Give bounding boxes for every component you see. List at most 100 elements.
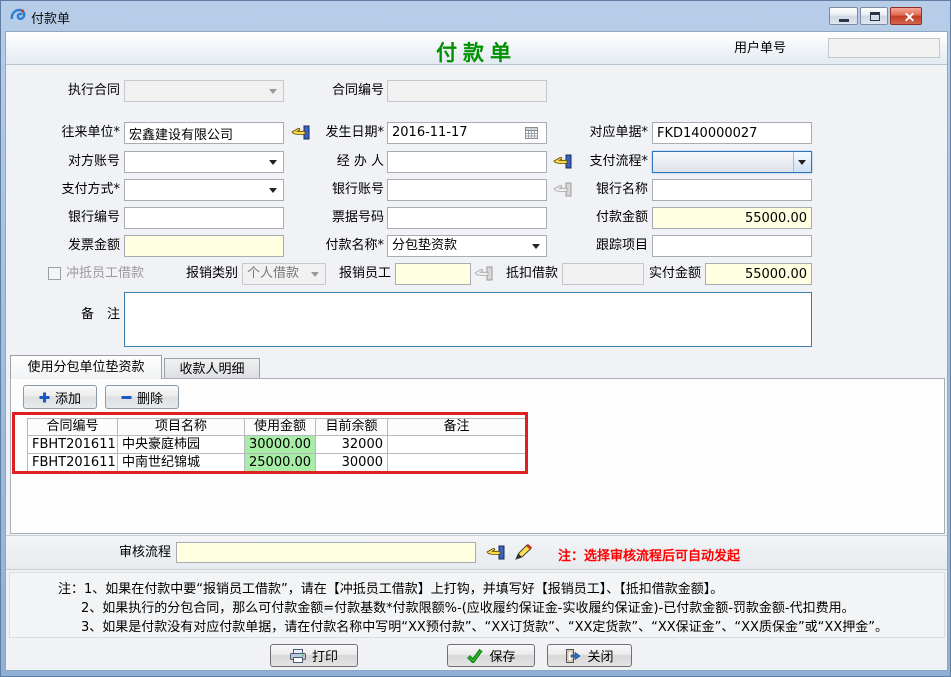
chevron-down-icon [269, 188, 277, 193]
remark-textarea[interactable] [124, 292, 812, 347]
opposite-account-combo[interactable] [124, 151, 284, 173]
review-flow-field[interactable] [176, 542, 476, 563]
handler-label: 经 办 人 [310, 151, 384, 173]
bill-no-label: 票据号码 [310, 207, 384, 229]
bank-account-label: 银行账号 [310, 179, 384, 201]
notes-box: 注：1、如果在付款中要“报销员工借款”，请在【冲抵员工借款】上打钩，并填写好【报… [9, 572, 945, 638]
bill-no-field[interactable] [387, 207, 547, 229]
maximize-button[interactable] [860, 7, 888, 25]
deduct-loan-label: 抵扣借款 [502, 263, 558, 285]
exec-contract-label: 执行合同 [46, 80, 120, 102]
tab-panel: 添加 删除 合同编号 项目名称 使用金额 目前余额 备注 FBHT2016111 [10, 378, 945, 534]
contract-no-label: 合同编号 [310, 80, 384, 102]
bank-name-field[interactable] [652, 179, 812, 201]
pay-amount-field[interactable] [652, 207, 812, 229]
review-flow-note: 注：选择审核流程后可自动发起 [558, 545, 740, 564]
maximize-icon [870, 12, 880, 21]
tab-payee-detail[interactable]: 收款人明细 [164, 358, 260, 379]
edit-pencil-icon[interactable] [514, 543, 534, 561]
reimburse-employee-field[interactable] [395, 263, 471, 285]
chevron-down-icon [311, 272, 319, 277]
related-doc-label: 对应单据* [566, 122, 648, 144]
handler-field[interactable] [387, 151, 547, 173]
user-no-label: 用户单号 [728, 38, 786, 60]
invoice-amount-field[interactable] [124, 235, 284, 257]
add-button[interactable]: 添加 [23, 385, 97, 409]
client-area: 付款单 用户单号 执行合同 合同编号 往来单位* 发生日期* 2016-11-1… [5, 31, 948, 671]
exec-contract-combo[interactable] [124, 80, 284, 102]
col-remark[interactable]: 备注 [388, 419, 526, 436]
print-button[interactable]: 打印 [270, 644, 358, 667]
related-doc-field[interactable] [652, 122, 812, 144]
pay-amount-label: 付款金额 [566, 207, 648, 229]
user-no-field[interactable] [828, 38, 940, 58]
invoice-amount-label: 发票金额 [38, 235, 120, 257]
table-row[interactable]: FBHT2016111602 中央豪庭柿园 30000.00 32000 [28, 436, 526, 454]
plus-icon [39, 392, 50, 403]
reimburse-employee-picker-icon [474, 265, 494, 283]
opposite-account-label: 对方账号 [38, 151, 120, 173]
form-header: 付款单 用户单号 [6, 32, 947, 65]
note-line-2: 2、如果执行的分包合同，那么可付款金额=付款基数*付款限额%-(应收履约保证金-… [81, 597, 855, 616]
pay-method-label: 支付方式* [38, 179, 120, 201]
tab-subcontract-advance[interactable]: 使用分包单位垫资款 [10, 355, 162, 379]
pay-flow-label: 支付流程* [566, 151, 648, 173]
col-project-name[interactable]: 项目名称 [118, 419, 245, 436]
close-button[interactable] [890, 7, 922, 25]
occur-date-label: 发生日期* [310, 122, 384, 144]
advance-table: 合同编号 项目名称 使用金额 目前余额 备注 FBHT2016111602 中央… [27, 418, 526, 472]
counterparty-picker-icon[interactable] [291, 124, 311, 142]
pay-flow-combo[interactable] [652, 151, 812, 173]
reimburse-type-combo[interactable]: 个人借款 [242, 263, 326, 285]
pay-method-combo[interactable] [124, 179, 284, 201]
save-button[interactable]: 保存 [447, 644, 535, 667]
bank-no-label: 银行编号 [38, 207, 120, 229]
table-row[interactable]: FBHT2016111601 中南世纪锦城 25000.00 30000 [28, 454, 526, 472]
close-form-button[interactable]: 关闭 [547, 644, 632, 667]
date-picker-button[interactable] [519, 124, 545, 142]
chevron-down-icon [532, 244, 540, 249]
counterparty-label: 往来单位* [38, 122, 120, 144]
bank-account-field[interactable] [387, 179, 547, 201]
review-flow-strip: 审核流程 注：选择审核流程后可自动发起 [6, 535, 947, 570]
review-flow-picker-icon[interactable] [486, 544, 506, 562]
chevron-down-icon [269, 89, 277, 94]
payment-window: 付款单 付款单 用户单号 执行合同 合同编号 往来单位* [0, 0, 951, 677]
col-used-amount[interactable]: 使用金额 [245, 419, 316, 436]
track-project-field[interactable] [652, 235, 812, 257]
contract-no-field[interactable] [387, 80, 547, 102]
pay-name-combo[interactable]: 分包垫资款 [387, 235, 547, 257]
track-project-label: 跟踪项目 [566, 235, 648, 257]
save-check-icon [466, 648, 483, 663]
remove-button[interactable]: 删除 [105, 385, 179, 409]
calendar-icon [525, 127, 538, 139]
title-bar: 付款单 [1, 1, 950, 31]
exit-door-icon [565, 649, 581, 663]
review-flow-label: 审核流程 [117, 542, 171, 564]
counterparty-field[interactable] [124, 122, 284, 144]
pay-name-label: 付款名称* [310, 235, 384, 257]
minimize-button[interactable] [829, 7, 858, 25]
reimburse-type-label: 报销类别 [174, 263, 238, 285]
remark-label: 备 注 [46, 304, 120, 326]
occur-date-field[interactable]: 2016-11-17 [387, 122, 547, 144]
table-header-row: 合同编号 项目名称 使用金额 目前余额 备注 [28, 419, 526, 436]
actual-amount-field[interactable] [705, 263, 812, 285]
minimize-icon [839, 19, 849, 22]
window-title: 付款单 [31, 8, 70, 27]
minus-icon [121, 392, 132, 403]
deduct-loan-field[interactable] [562, 263, 644, 285]
note-line-3: 3、如果是付款没有对应付款单据，请在付款名称中写明“XX预付款”、“XX订货款”… [81, 616, 888, 635]
col-contract-no[interactable]: 合同编号 [28, 419, 118, 436]
page-title: 付款单 [386, 37, 567, 67]
bank-name-label: 银行名称 [566, 179, 648, 201]
reimburse-employee-label: 报销员工 [337, 263, 391, 285]
chevron-down-icon [269, 160, 277, 165]
bank-no-field[interactable] [124, 207, 284, 229]
note-line-1: 注：1、如果在付款中要“报销员工借款”，请在【冲抵员工借款】上打钩，并填写好【报… [58, 578, 723, 597]
offset-employee-loan-checkbox[interactable] [48, 267, 61, 280]
print-icon [290, 649, 306, 663]
chevron-down-icon [798, 160, 806, 165]
col-balance[interactable]: 目前余额 [316, 419, 388, 436]
actual-amount-label: 实付金额 [645, 263, 701, 285]
